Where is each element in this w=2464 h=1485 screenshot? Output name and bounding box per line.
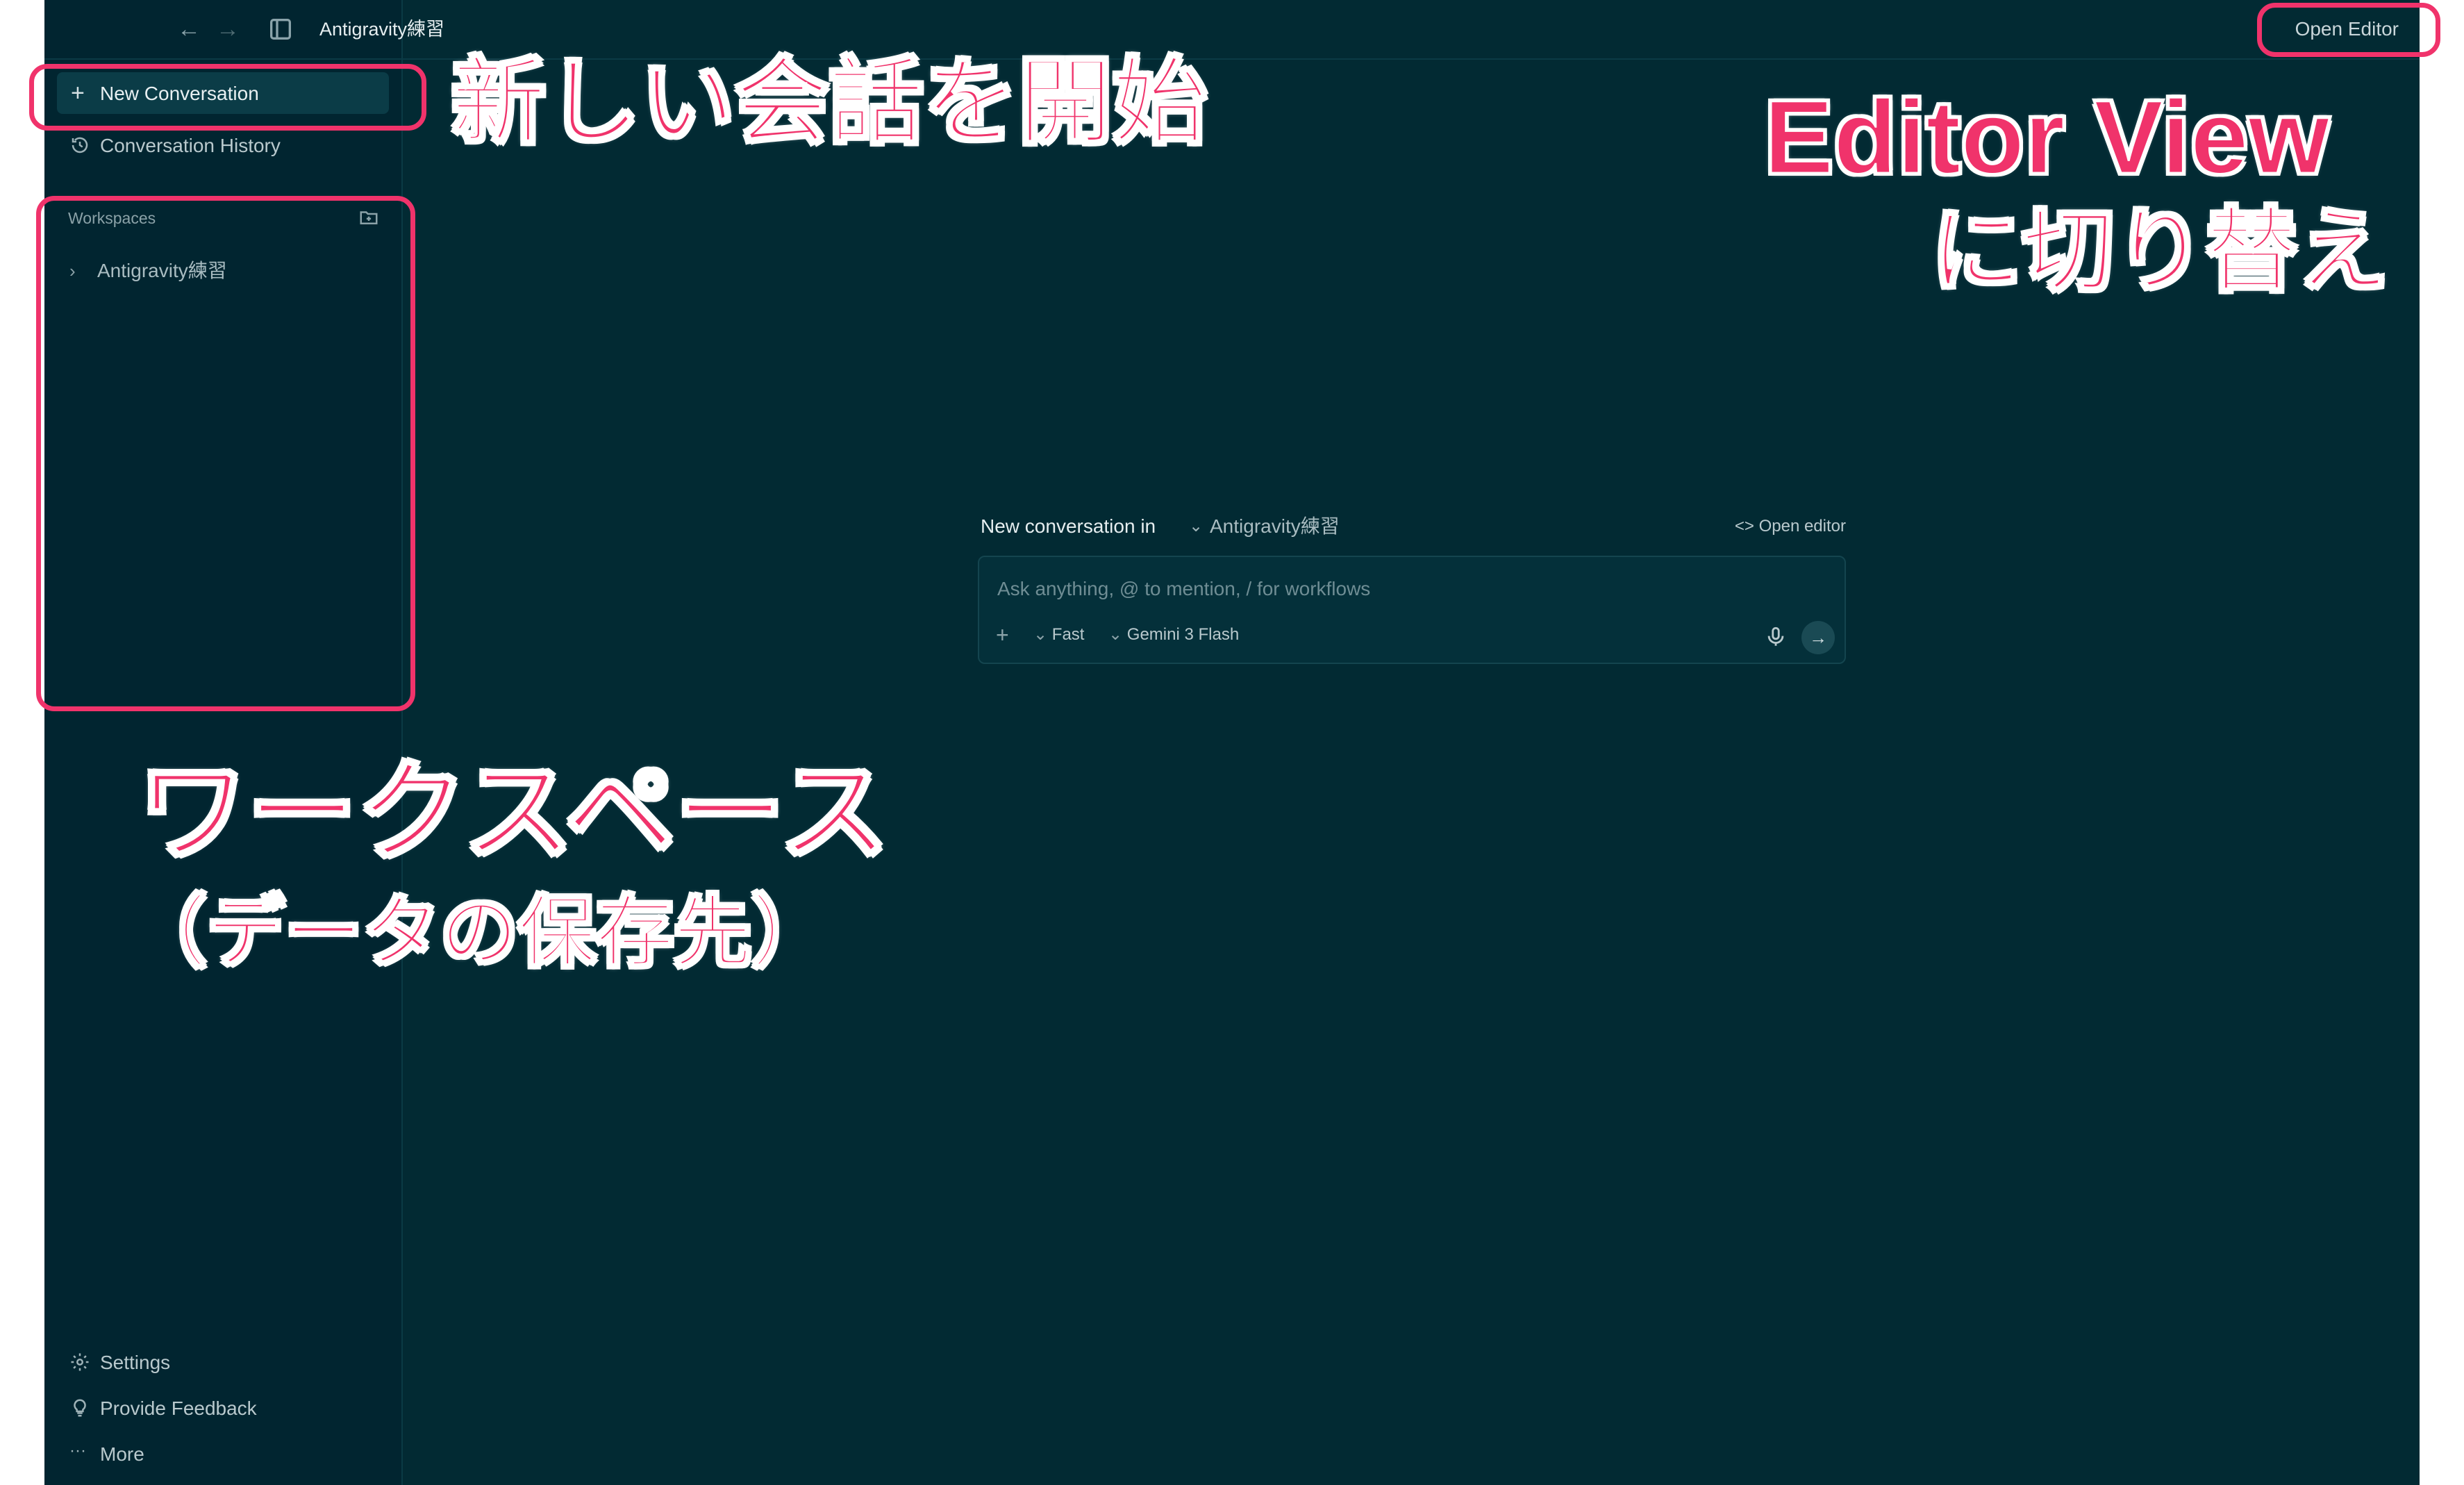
model-selector[interactable]: ⌄ Gemini 3 Flash [1108,622,1239,647]
annotation-editor-view-line1: Editor View [1763,78,2330,197]
conversation-history-label: Conversation History [100,135,281,156]
new-conversation-header: New conversation in ⌄ Antigravity練習 <> O… [981,513,1846,540]
prompt-input-box[interactable]: Ask anything, @ to mention, / for workfl… [978,556,1846,664]
mode-selector[interactable]: ⌄ Fast [1033,622,1084,647]
forward-arrow-icon[interactable]: → [214,15,242,43]
more-dots-icon: ··· [69,1441,86,1460]
chevron-down-icon: ⌄ [1033,625,1048,644]
microphone-icon[interactable] [1764,625,1788,649]
annotation-new-conversation: 新しい会話を開始 [451,49,1208,156]
annotation-ring-new-conversation [29,64,426,131]
code-brackets-icon: <> [1734,517,1754,536]
annotation-workspace-line2: （データの保存先） [128,888,831,977]
annotation-ring-open-editor [2257,3,2440,57]
gear-icon [71,1353,89,1371]
window-title: Antigravity練習 [319,19,445,40]
toggle-sidebar-icon[interactable] [267,15,294,43]
open-editor-link[interactable]: <> Open editor [1735,513,1846,540]
new-conversation-heading: New conversation in [981,515,1156,537]
workspace-selector[interactable]: Antigravity練習 [1210,513,1340,540]
history-icon [72,137,88,154]
add-context-icon[interactable]: + [996,622,1009,647]
annotation-workspace-line1: ワークスペース [136,751,890,875]
annotation-ring-workspaces [36,196,415,711]
mode-label: Fast [1051,625,1085,644]
settings-label: Settings [100,1352,171,1373]
title-bar: ← → Antigravity練習 Open Editor [44,0,2420,60]
provide-feedback-label: Provide Feedback [100,1397,257,1419]
open-editor-link-label: Open editor [1758,517,1846,536]
chevron-down-icon: ⌄ [1108,625,1123,644]
annotation-editor-view-line2: に切り替え [1930,199,2390,304]
chevron-down-icon[interactable]: ⌄ [1189,513,1203,540]
lightbulb-icon [74,1399,86,1417]
prompt-input-placeholder[interactable]: Ask anything, @ to mention, / for workfl… [997,575,1370,603]
model-label: Gemini 3 Flash [1126,625,1240,644]
more-label: More [100,1443,144,1465]
back-arrow-icon[interactable]: ← [175,15,203,43]
send-arrow-icon[interactable]: → [1801,621,1835,654]
